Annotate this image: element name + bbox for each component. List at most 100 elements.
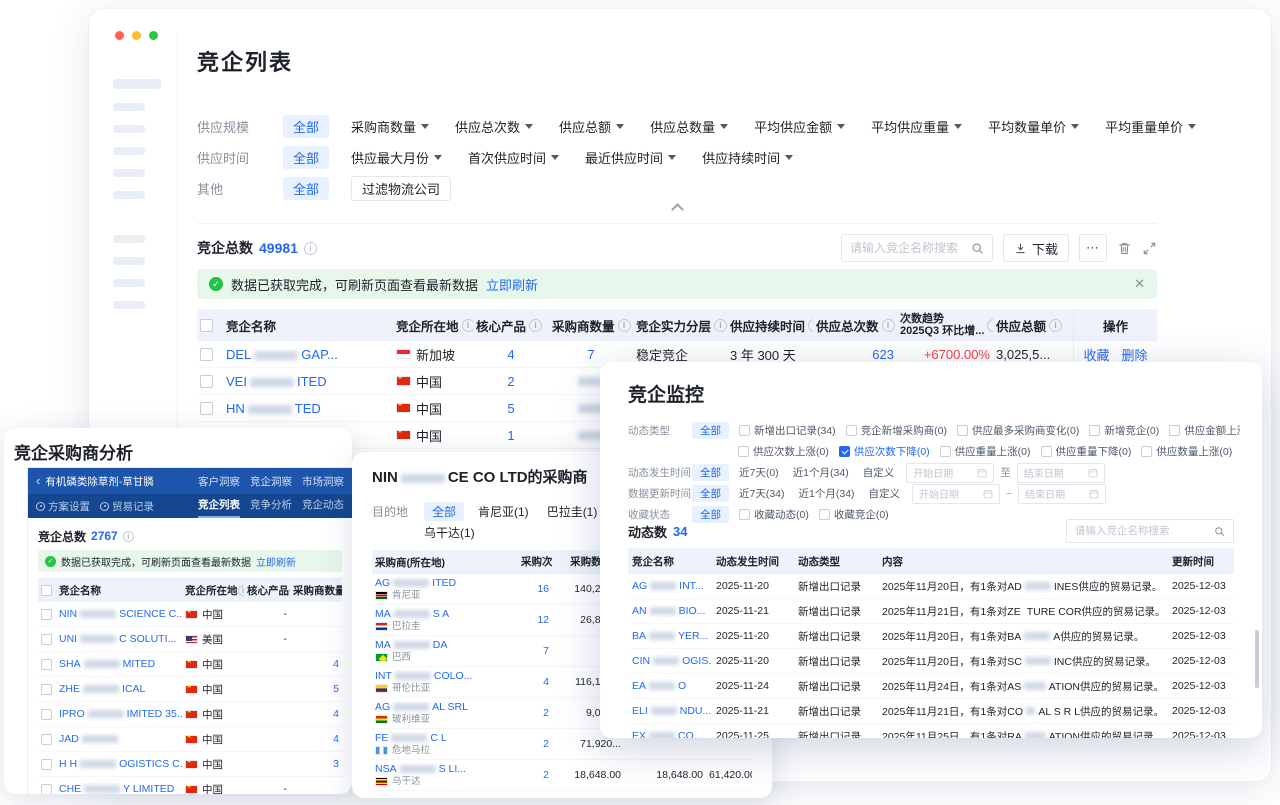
end-date-input[interactable]: 结束日期 [1018, 484, 1106, 504]
sidebar-item[interactable] [113, 235, 145, 243]
table-row[interactable]: IPROIMITED 35... 中国 4 [38, 702, 342, 727]
sidebar-item[interactable] [113, 191, 145, 199]
filter-checkbox[interactable]: 新增竞企(0) [1089, 423, 1159, 438]
purchase-count[interactable]: 2 [518, 769, 552, 781]
col-header-count[interactable]: 采购次数 [518, 554, 552, 570]
row-checkbox[interactable] [41, 759, 52, 770]
col-header-buyer[interactable]: 采购商(所在地) [372, 555, 518, 570]
search-input[interactable] [1075, 525, 1208, 537]
row-checkbox[interactable] [41, 609, 52, 620]
competitor-name-link[interactable]: ELINDU... [632, 705, 711, 717]
competitor-name-link[interactable]: EXCO... [632, 730, 703, 738]
refresh-now-link[interactable]: 立即刷新 [256, 554, 296, 569]
destination-option[interactable]: 乌干达(1) [424, 524, 475, 541]
filter-dropdown[interactable]: 平均供应重量 [871, 117, 962, 136]
filter-dropdown[interactable]: 供应总数量 [650, 117, 728, 136]
table-row[interactable]: UNIC SOLUTI... 美国 - [38, 627, 342, 652]
top-tab[interactable]: 市场洞察 [302, 474, 344, 489]
buyer-count[interactable]: 5 [290, 677, 342, 701]
more-actions-button[interactable]: ⋯ [1079, 234, 1107, 262]
table-row[interactable]: NSAS LI... 乌干达 2 18,648.00 18,648.00 61,… [372, 760, 752, 791]
sidebar-item[interactable] [113, 169, 145, 177]
competitor-name-link[interactable]: H HOGISTICS C... [59, 758, 182, 770]
filter-all-tag[interactable]: 全部 [692, 422, 729, 439]
buyer-count[interactable]: 4 [290, 702, 342, 726]
filter-option[interactable]: 自定义 [863, 465, 895, 480]
buyer-count[interactable] [290, 627, 342, 651]
trash-icon[interactable] [1117, 241, 1132, 256]
purchase-count[interactable]: 12 [518, 614, 552, 626]
col-header-buyers[interactable]: 采购商数量 [549, 309, 633, 341]
col-header-update[interactable]: 更新时间 [1168, 548, 1234, 574]
col-header-type[interactable]: 动态类型 [794, 548, 878, 574]
plan-name[interactable]: 有机磷类除草剂-草甘膦 [45, 474, 154, 489]
col-header-name[interactable]: 竞企名称 [223, 309, 393, 341]
filter-dropdown[interactable]: 供应持续时间 [702, 148, 793, 167]
buyer-count[interactable] [290, 602, 342, 626]
collapse-filters-button[interactable] [197, 205, 1157, 214]
buyer-name-link[interactable]: INTCOLO... [375, 670, 472, 682]
col-header-location[interactable]: 竞企所在地 [393, 309, 473, 341]
buyer-name-link[interactable]: MADA [375, 639, 447, 651]
col-header-times[interactable]: 供应总次数 [813, 309, 897, 341]
buyer-name-link[interactable]: FEC L [375, 732, 447, 744]
sidebar-item[interactable] [113, 301, 145, 309]
filter-checkbox[interactable]: 供应重量上涨(0) [940, 444, 1031, 459]
info-icon[interactable] [304, 242, 317, 255]
sidebar-item[interactable] [113, 279, 145, 287]
competitor-name-link[interactable]: JAD [59, 733, 121, 745]
row-checkbox[interactable] [41, 709, 52, 720]
col-header-time[interactable]: 动态发生时间 [712, 548, 794, 574]
competitor-name-link[interactable]: CINOGIS... [632, 655, 712, 667]
competitor-name-link[interactable]: IPROIMITED 35... [59, 708, 182, 720]
sub-tab[interactable]: 竞企列表 [198, 494, 240, 518]
competitor-name-link[interactable]: CHEY LIMITED [59, 783, 174, 794]
competitor-name-link[interactable]: NINSCIENCE C... [59, 608, 182, 620]
col-header-trend[interactable]: 次数趋势2025Q3 环比增... [897, 309, 993, 341]
col-header-location[interactable]: 竞企所在地 [182, 578, 244, 602]
purchase-count[interactable]: 7 [518, 645, 552, 657]
info-icon[interactable] [123, 531, 134, 542]
table-row[interactable]: SHAMITED 中国 4 [38, 652, 342, 677]
minimize-window-button[interactable] [132, 31, 141, 40]
row-checkbox[interactable] [200, 348, 213, 361]
filter-checkbox[interactable]: 供应次数下降(0) [839, 444, 930, 459]
purchase-count[interactable]: 16 [518, 583, 552, 595]
filter-all-tag[interactable]: 全部 [692, 485, 729, 502]
destination-option[interactable]: 肯尼亚(1) [478, 503, 529, 520]
filter-dropdown[interactable]: 平均供应金额 [754, 117, 845, 136]
search-icon[interactable] [971, 242, 984, 255]
table-row[interactable]: BAYER... 2025-11-20 新增出口记录 2025年11月20日，有… [628, 624, 1234, 649]
top-tab[interactable]: 竞企洞察 [250, 474, 292, 489]
col-header-product[interactable]: 核心产品 [244, 578, 290, 602]
filter-option[interactable]: 近7天(34) [739, 486, 785, 501]
filter-all-tag[interactable]: 全部 [283, 177, 329, 200]
filter-checkbox[interactable]: 供应重量下降(0) [1041, 444, 1132, 459]
table-row[interactable]: EXCO... 2025-11-25 新增出口记录 2025年11月25日，有1… [628, 724, 1234, 738]
filter-all-tag[interactable]: 全部 [283, 146, 329, 169]
top-tab[interactable]: 客户洞察 [198, 474, 240, 489]
row-checkbox[interactable] [41, 634, 52, 645]
filter-checkbox[interactable]: 供应最多采购商变化(0) [957, 423, 1079, 438]
col-header-name[interactable]: 竞企名称 [628, 548, 712, 574]
filter-option[interactable]: 近7天(0) [739, 465, 779, 480]
competitor-name-link[interactable]: ZHEICAL [59, 683, 145, 695]
select-all-checkbox[interactable] [200, 319, 213, 332]
table-row[interactable]: ZHEICAL 中国 5 [38, 677, 342, 702]
buyer-name-link[interactable]: MAS A [375, 608, 449, 620]
filter-option[interactable]: 近1个月(34) [799, 486, 855, 501]
col-header-buyers[interactable]: 采购商数量 [290, 578, 342, 602]
col-header-amount[interactable]: 供应总额 [993, 309, 1073, 341]
row-checkbox[interactable] [41, 659, 52, 670]
col-header-name[interactable]: 竞企名称 [56, 578, 182, 602]
competitor-name-link[interactable]: EAO [632, 680, 686, 692]
favorite-button[interactable]: 收藏 [1083, 345, 1109, 364]
core-product-count[interactable]: 2 [473, 368, 549, 394]
search-icon[interactable] [1214, 526, 1225, 537]
download-button[interactable]: 下载 [1003, 234, 1069, 262]
select-all-checkbox[interactable] [41, 585, 52, 596]
maximize-window-button[interactable] [149, 31, 158, 40]
buyer-count[interactable]: 4 [290, 727, 342, 751]
core-product-count[interactable]: 1 [473, 422, 549, 448]
menu-plan-settings[interactable]: 方案设置 [36, 499, 90, 514]
